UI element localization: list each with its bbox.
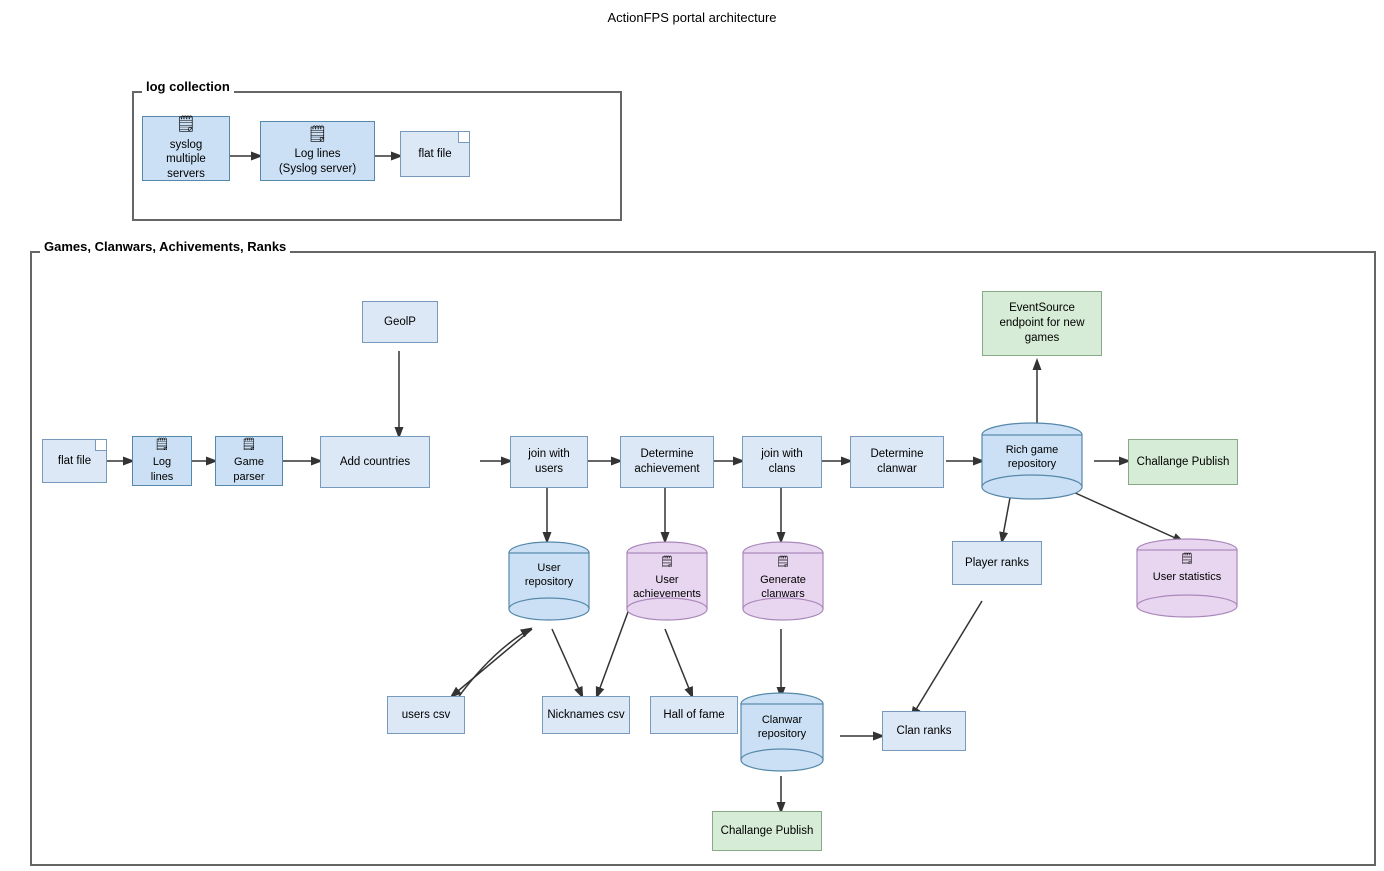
rich-game-repo-label: Rich game repository [977,443,1087,472]
clan-ranks-box: Clan ranks [882,711,966,751]
doc-icon-syslog: 🗒 [147,115,225,136]
geoip-box: GeolP [362,301,438,343]
eventsource-box: EventSource endpoint for new games [982,291,1102,356]
rich-game-repo-cylinder: Rich game repository [977,421,1087,501]
user-achievements-icon: 🗒 [622,555,712,569]
user-statistics-label: User statistics [1132,570,1242,584]
join-clans-box: join with clans [742,436,822,488]
doc-icon-gameparser: 🗒 [233,437,264,453]
user-stats-icon: 🗒 [1132,552,1242,566]
clanwar-repo-label: Clanwar repository [736,713,828,742]
generate-clanwars-icon: 🗒 [738,555,828,569]
determine-achievement-box: Determine achievement [620,436,714,488]
user-repo-cylinder: User repository [504,539,594,629]
user-achievements-cylinder: 🗒 User achievements [622,539,712,629]
player-ranks-box: Player ranks [952,541,1042,585]
challange-publish-top-box: Challange Publish [1128,439,1238,485]
generate-clanwars-label: Generate clanwars [738,573,828,602]
add-countries-box: Add countries [320,436,430,488]
game-parser-box: 🗒 Game parser [215,436,283,486]
hall-of-fame-box: Hall of fame [650,696,738,734]
main-group-label: Games, Clanwars, Achivements, Ranks [40,239,290,254]
join-users-box: join with users [510,436,588,488]
doc-icon-loglines-main: 🗒 [151,437,174,453]
user-repo-label: User repository [504,561,594,590]
doc-icon-loglines-top: 🗒 [279,125,356,146]
log-collection-label: log collection [142,79,234,94]
diagram-area: log collection 🗒 syslog multiple servers… [12,31,1372,871]
determine-clanwar-box: Determine clanwar [850,436,944,488]
flat-file-main-box: flat file [42,439,107,483]
users-csv-box: users csv [387,696,465,734]
flat-file-top-box: flat file [400,131,470,177]
syslog-box: 🗒 syslog multiple servers [142,116,230,181]
log-lines-top-box: 🗒 Log lines (Syslog server) [260,121,375,181]
nicknames-csv-box: Nicknames csv [542,696,630,734]
generate-clanwars-cylinder: 🗒 Generate clanwars [738,539,828,629]
user-achievements-label: User achievements [622,573,712,602]
challange-publish-bottom-box: Challange Publish [712,811,822,851]
log-lines-main-box: 🗒 Log lines [132,436,192,486]
page-title: ActionFPS portal architecture [0,0,1384,31]
clanwar-repo-cylinder: Clanwar repository [736,691,828,779]
user-statistics-cylinder: 🗒 User statistics [1132,536,1242,626]
